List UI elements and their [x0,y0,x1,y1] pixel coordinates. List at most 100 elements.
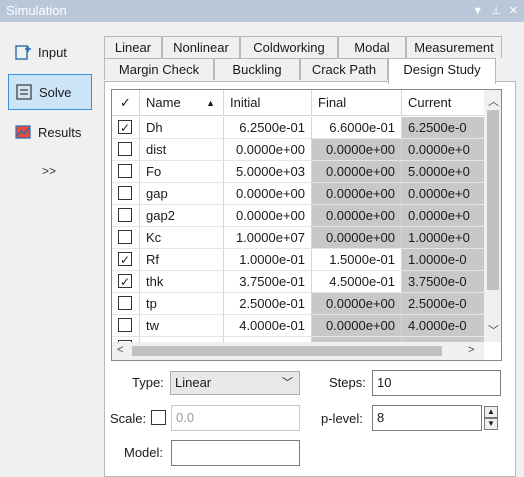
tab-buckling[interactable]: Buckling [214,58,300,80]
final-cell[interactable]: 0.0000e+00 [312,205,402,226]
tab-coldworking[interactable]: Coldworking [240,36,338,58]
final-cell[interactable]: 0.0000e+00 [312,227,402,248]
row-check-cell [112,183,140,204]
expand-sidebar-button[interactable]: >> [42,164,56,178]
table-row[interactable]: gap 0.0000e+00 0.0000e+00 0.0000e+0 [112,183,484,205]
table-row[interactable]: Dh6.2500e-016.6000e-016.2500e-0 [112,117,484,139]
row-checkbox[interactable] [118,318,132,332]
table-row[interactable]: Fo 5.0000e+03 0.0000e+00 5.0000e+0 [112,161,484,183]
header-final[interactable]: Final [312,90,402,116]
pin-icon[interactable]: ⊥ [491,0,501,22]
initial-cell[interactable]: 1.0000e+07 [224,227,312,248]
header-check[interactable]: ✓ [112,90,140,116]
window-titlebar: Simulation ▼ ⊥ ✕ [0,0,524,22]
header-initial[interactable]: Initial [224,90,312,116]
model-label: Model: [124,445,164,460]
tab-linear[interactable]: Linear [104,36,162,58]
initial-cell[interactable]: 2.5000e-01 [224,293,312,314]
row-checkbox[interactable] [118,250,132,270]
sidebar-item-input[interactable]: Input [8,34,92,70]
window-title: Simulation [6,3,67,18]
initial-cell[interactable]: 0.0000e+00 [224,183,312,204]
table-row[interactable]: thk3.7500e-014.5000e-013.7500e-0 [112,271,484,293]
table-row[interactable]: gap2 0.0000e+00 0.0000e+00 0.0000e+0 [112,205,484,227]
sidebar-item-label: Input [38,44,67,60]
plevel-label: p-level: [321,411,363,426]
row-checkbox[interactable] [118,272,132,292]
header-name[interactable]: Name ▲ [140,90,224,116]
initial-cell[interactable]: 0.0000e+00 [224,205,312,226]
tab-nonlinear[interactable]: Nonlinear [162,36,240,58]
steps-label: Steps: [329,375,366,390]
row-checkbox[interactable] [118,142,132,156]
horizontal-scrollbar[interactable]: < > [112,342,484,360]
table-row[interactable]: Kc 1.0000e+07 0.0000e+00 1.0000e+0 [112,227,484,249]
current-cell: 6.2500e-0 [402,117,484,138]
plevel-up-icon[interactable]: ▲ [484,406,498,418]
plevel-field[interactable]: 8 [372,405,482,431]
tab-design-study[interactable]: Design Study [388,58,496,84]
name-cell: Fo [140,161,224,182]
table-row[interactable]: tp 2.5000e-01 0.0000e+00 2.5000e-0 [112,293,484,315]
final-cell[interactable]: 0.0000e+00 [312,293,402,314]
horizontal-scroll-thumb[interactable] [132,346,442,356]
final-cell[interactable]: 6.6000e-01 [312,117,402,138]
initial-cell[interactable]: 0.0000e+00 [224,139,312,160]
tab-modal[interactable]: Modal [338,36,406,58]
row-checkbox[interactable] [118,296,132,310]
final-cell[interactable]: 0.0000e+00 [312,139,402,160]
initial-cell[interactable]: 6.2500e-01 [224,117,312,138]
scroll-down-icon[interactable]: ﹀ [488,322,499,338]
row-checkbox[interactable] [118,230,132,244]
sidebar-item-solve[interactable]: Solve [8,74,92,110]
row-checkbox[interactable] [118,208,132,222]
name-cell: Kc [140,227,224,248]
final-cell[interactable]: 4.5000e-01 [312,271,402,292]
dropdown-icon[interactable]: ▼ [472,0,483,22]
name-cell: dist [140,139,224,160]
scale-checkbox[interactable] [151,410,166,425]
current-cell: 1.0000e+0 [402,227,484,248]
scroll-right-icon[interactable]: > [468,344,474,356]
initial-cell[interactable]: 3.7500e-01 [224,271,312,292]
table-row[interactable]: tw 4.0000e-01 0.0000e+00 4.0000e-0 [112,315,484,337]
table-row[interactable]: Rf1.0000e-011.5000e-011.0000e-0 [112,249,484,271]
sidebar: Input Solve Results >> [0,22,100,477]
row-checkbox[interactable] [118,186,132,200]
final-cell[interactable]: 0.0000e+00 [312,161,402,182]
final-cell[interactable]: 0.0000e+00 [312,183,402,204]
initial-cell[interactable]: 4.0000e-01 [224,315,312,336]
current-cell: 3.7500e-0 [402,271,484,292]
header-current[interactable]: Current [402,90,484,116]
sidebar-item-results[interactable]: Results [8,114,92,150]
titlebar-controls: ▼ ⊥ ✕ [472,0,518,22]
final-cell[interactable]: 0.0000e+00 [312,315,402,336]
current-cell: 2.5000e-0 [402,293,484,314]
tab-margin-check[interactable]: Margin Check [104,58,214,80]
scale-field[interactable]: 0.0 [171,405,300,431]
model-field[interactable] [171,440,300,466]
row-checkbox[interactable] [118,118,132,138]
initial-cell[interactable]: 5.0000e+03 [224,161,312,182]
close-icon[interactable]: ✕ [509,0,518,22]
vertical-scrollbar[interactable]: ︿ ﹀ [484,90,501,342]
tab-measurement[interactable]: Measurement [406,36,502,58]
final-cell[interactable]: 1.5000e-01 [312,249,402,270]
sidebar-item-label: Results [38,124,82,140]
scale-label: Scale: [110,411,147,426]
row-checkbox[interactable] [118,164,132,178]
current-cell: 1.0000e-0 [402,249,484,270]
vertical-scroll-thumb[interactable] [487,110,499,290]
tab-crack-path[interactable]: Crack Path [300,58,388,80]
type-select[interactable]: Linear ﹀ [170,371,300,395]
initial-cell[interactable]: 1.0000e-01 [224,249,312,270]
type-select-value: Linear [175,375,212,390]
plevel-down-icon[interactable]: ▼ [484,418,498,430]
row-check-cell [112,205,140,226]
design-variables-table: ✓ Name ▲ Initial Final Current Dh6.2500e… [111,89,502,361]
table-row[interactable]: dist 0.0000e+00 0.0000e+00 0.0000e+0 [112,139,484,161]
steps-field[interactable]: 10 [372,370,501,396]
scroll-up-icon[interactable]: ︿ [488,93,499,109]
row-check-cell [112,227,140,248]
scroll-left-icon[interactable]: < [117,344,123,356]
